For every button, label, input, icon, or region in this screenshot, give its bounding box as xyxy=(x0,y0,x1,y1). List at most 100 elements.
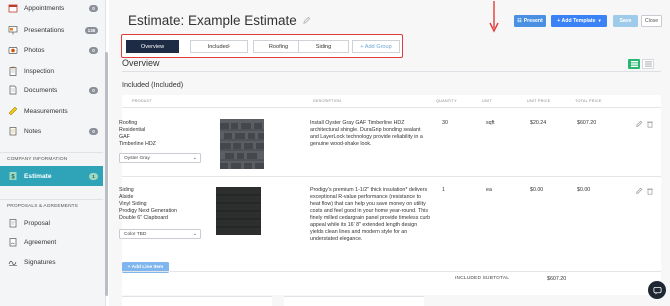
table-row-1-description: Install Oyster Gray GAF Timberline HDZ a… xyxy=(310,120,423,147)
sidebar-item-label: Proposal xyxy=(24,219,51,227)
list-view-icon xyxy=(644,61,652,67)
document-icon xyxy=(7,84,19,96)
table-row-2-unit-price: $0.00 xyxy=(530,187,544,193)
color-select[interactable]: Oyster Gray ⌄ xyxy=(119,153,201,163)
color-select[interactable]: Color TBD ⌄ xyxy=(119,229,201,239)
sidebar-item-measurements[interactable]: Measurements xyxy=(0,101,103,121)
trash-icon[interactable] xyxy=(646,120,654,128)
color-select-value: Color TBD xyxy=(124,231,147,237)
grid-view-icon xyxy=(630,61,638,67)
chevron-down-icon: ⌄ xyxy=(192,155,197,161)
sidebar-item-agreement[interactable]: Agreement xyxy=(0,232,103,252)
present-button-label: Present xyxy=(523,18,543,24)
table-row-1-unit: sqft xyxy=(486,120,495,126)
section-divider xyxy=(122,71,661,72)
sidebar-item-documents[interactable]: Documents 0 xyxy=(0,80,103,100)
sidebar-item-label: Measurements xyxy=(24,107,68,115)
subtotal-label: INCLUDED SUBTOTAL xyxy=(455,276,510,281)
sidebar-item-photos[interactable]: Photos 0 xyxy=(0,40,103,60)
sidebar-item-label: Documents xyxy=(24,86,58,94)
product-line: Double 6" Clapboard xyxy=(119,215,168,221)
product-line: Vinyl Siding xyxy=(119,201,147,207)
row-1-actions xyxy=(635,120,654,128)
tab-siding[interactable]: Siding xyxy=(298,40,349,53)
subtotal-value: $607.20 xyxy=(547,276,567,282)
sidebar: Appointments 0 Presentations 136 Photos … xyxy=(0,0,106,306)
product-line: Prodigy Next Generation xyxy=(119,208,178,214)
next-section-card xyxy=(284,296,424,306)
product-line: Roofing xyxy=(119,120,138,126)
table-row-1-total-price: $607.20 xyxy=(577,120,597,126)
section-title: Overview xyxy=(122,58,160,68)
close-button[interactable]: Close xyxy=(641,15,662,27)
chat-icon xyxy=(652,286,662,295)
tab-label: Overview xyxy=(140,43,165,50)
color-select-value: Oyster Gray xyxy=(124,155,150,161)
sidebar-item-notes[interactable]: Notes 0 xyxy=(0,121,103,141)
sidebar-item-label: Signatures xyxy=(24,258,56,266)
proposal-icon xyxy=(7,217,19,229)
column-header-description: DESCRIPTION xyxy=(313,99,342,103)
ruler-icon xyxy=(7,105,19,117)
present-icon: ☷ xyxy=(517,18,522,24)
trash-icon[interactable] xyxy=(646,187,654,195)
sidebar-item-inspection[interactable]: Inspection xyxy=(0,61,103,81)
sidebar-item-proposal[interactable]: Proposal xyxy=(0,213,103,233)
tab-label: + Add Group xyxy=(360,43,392,50)
tab-included[interactable]: Included * xyxy=(190,40,248,53)
sidebar-heading-company: COMPANY INFORMATION xyxy=(7,157,68,162)
table-row-1-product: Roofing Residential GAF Timberline HDZ xyxy=(119,120,214,148)
save-button[interactable]: Save xyxy=(613,15,638,27)
tab-roofing[interactable]: Roofing xyxy=(253,40,304,53)
tab-label: Siding xyxy=(315,43,332,50)
sidebar-scrollbar[interactable] xyxy=(105,52,108,296)
pencil-icon[interactable] xyxy=(302,13,311,28)
table-row-2-product: Siding Alside Vinyl Siding Prodigy Next … xyxy=(119,187,219,222)
sidebar-item-signatures[interactable]: Signatures xyxy=(0,252,103,272)
sidebar-item-label: Inspection xyxy=(24,67,55,75)
sidebar-item-label: Appointments xyxy=(24,4,65,12)
chevron-down-icon: ▾ xyxy=(598,18,601,23)
calendar-icon xyxy=(7,2,19,14)
table-row-2-quantity: 1 xyxy=(442,187,445,193)
tab-overview[interactable]: Overview xyxy=(126,40,179,53)
present-button[interactable]: ☷ Present xyxy=(514,15,546,27)
column-header-total-price: TOTAL PRICE xyxy=(575,99,602,103)
sidebar-item-appointments[interactable]: Appointments 0 xyxy=(0,0,103,18)
product-line: Alside xyxy=(119,194,134,200)
signature-icon xyxy=(7,256,19,268)
list-view-button[interactable] xyxy=(642,59,654,69)
product-line: Timberline HDZ xyxy=(119,141,156,147)
chat-button[interactable] xyxy=(648,281,666,299)
column-header-unit: UNIT xyxy=(482,99,492,103)
group-title: Included (Included) xyxy=(122,80,184,89)
sidebar-item-presentations[interactable]: Presentations 136 xyxy=(0,20,103,40)
camera-icon xyxy=(7,44,19,56)
add-template-button[interactable]: + Add Template ▾ xyxy=(551,15,607,27)
column-header-unit-price: UNIT PRICE xyxy=(527,99,551,103)
edit-icon[interactable] xyxy=(635,187,643,195)
group-tabs: Overview Included * Roofing Siding + Add … xyxy=(121,34,403,58)
sidebar-item-estimate[interactable]: $ Estimate 1 xyxy=(0,166,103,186)
sidebar-item-label: Photos xyxy=(24,46,45,54)
sidebar-divider xyxy=(0,199,103,200)
count-badge: 136 xyxy=(85,26,98,34)
add-group-button[interactable]: + Add Group xyxy=(352,40,400,53)
notes-icon xyxy=(7,125,19,137)
table-row-2-description: Prodigy's premium 1-1/2" thick insulatio… xyxy=(310,187,431,242)
edit-icon[interactable] xyxy=(635,120,643,128)
required-mark: * xyxy=(228,44,231,49)
tab-label: Included xyxy=(207,43,229,50)
table-row-1-quantity: 30 xyxy=(442,120,448,126)
add-template-label: + Add Template xyxy=(557,18,596,24)
product-line: GAF xyxy=(119,134,130,140)
product-line: Siding xyxy=(119,187,134,193)
sidebar-item-label: Estimate xyxy=(24,172,52,180)
chevron-down-icon: ⌄ xyxy=(192,231,197,237)
count-badge: 0 xyxy=(89,86,98,94)
grid-view-button[interactable] xyxy=(628,59,640,69)
sidebar-item-label: Notes xyxy=(24,127,42,135)
sidebar-heading-proposals: PROPOSALS & AGREEMENTS xyxy=(7,204,78,209)
siding-product-image xyxy=(216,187,261,235)
product-line: Residential xyxy=(119,127,146,133)
